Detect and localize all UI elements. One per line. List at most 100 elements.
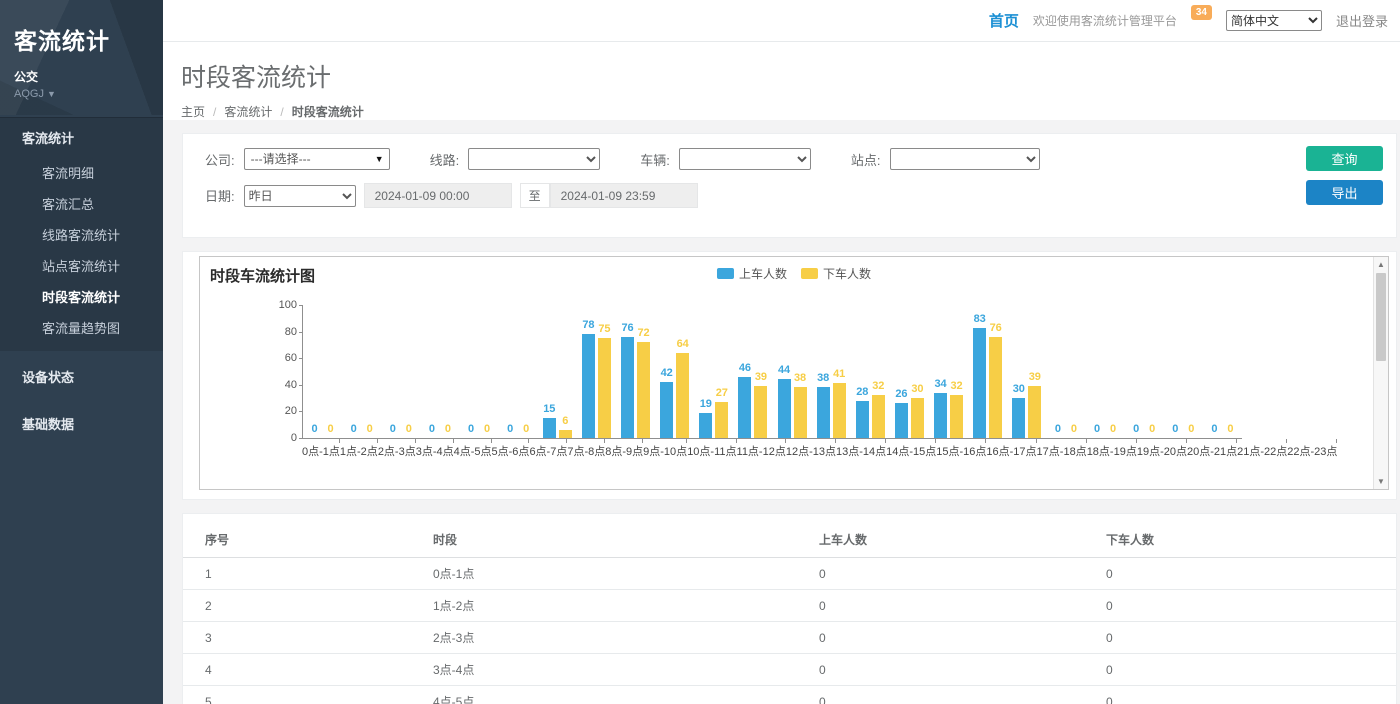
bar-value-label: 0 <box>1110 423 1116 435</box>
line-filter: 线路: <box>430 148 601 170</box>
date-to-input[interactable] <box>550 183 698 208</box>
chart-x-axis: 0点-1点1点-2点2点-3点3点-4点4点-5点5点-6点6点-7点7点-8点… <box>302 438 1242 459</box>
table-cell: 0 <box>819 686 1106 704</box>
caret-down-icon: ▼ <box>47 89 56 99</box>
legend-label: 上车人数 <box>739 265 787 282</box>
bar: 75 <box>598 338 611 438</box>
sidebar-item-客流汇总[interactable]: 客流汇总 <box>0 188 163 219</box>
breadcrumb-separator: / <box>213 105 216 119</box>
bar-value-label: 30 <box>911 383 923 395</box>
bar-value-label: 0 <box>1227 423 1233 435</box>
sidebar-item-时段客流统计[interactable]: 时段客流统计 <box>0 281 163 312</box>
table-cell: 3 <box>183 622 433 654</box>
bar: 46 <box>738 377 751 438</box>
org-label: 公交 <box>14 68 149 85</box>
table-cell: 0 <box>819 590 1106 622</box>
bar: 78 <box>582 334 595 438</box>
bar: 30 <box>911 398 924 438</box>
table-body: 10点-1点0021点-2点0032点-3点0043点-4点0054点-5点00… <box>183 558 1396 704</box>
station-label: 站点: <box>851 150 881 169</box>
bar-value-label: 64 <box>677 338 689 350</box>
bar-group: 7875 <box>577 305 616 438</box>
sidebar-item-客流明细[interactable]: 客流明细 <box>0 157 163 188</box>
chart-area: 0204060801000000000000001567875767242641… <box>302 305 1242 459</box>
sidebar-section-客流统计[interactable]: 客流统计 <box>0 117 163 157</box>
y-axis-tick <box>299 385 303 386</box>
bar-value-label: 28 <box>856 386 868 398</box>
logout-link[interactable]: 退出登录 <box>1336 11 1388 30</box>
bar: 32 <box>872 395 885 438</box>
data-table-panel: 序号时段上车人数下车人数 10点-1点0021点-2点0032点-3点0043点… <box>182 513 1397 704</box>
scroll-down-icon[interactable]: ▼ <box>1374 477 1388 486</box>
bar-value-label: 76 <box>990 322 1002 334</box>
query-button[interactable]: 查询 <box>1306 146 1383 171</box>
bar: 34 <box>934 393 947 438</box>
filter-panel: 公司: ---请选择--- ▼ 线路: 车辆: 站点: <box>182 133 1397 238</box>
x-axis-label: 7点-8点 <box>567 439 605 459</box>
scroll-up-icon[interactable]: ▲ <box>1374 260 1388 269</box>
language-select[interactable]: 简体中文 <box>1226 10 1322 31</box>
breadcrumb-section[interactable]: 客流统计 <box>224 103 272 120</box>
bar-group: 7672 <box>616 305 655 438</box>
sidebar-item-客流量趋势图[interactable]: 客流量趋势图 <box>0 312 163 343</box>
bar: 76 <box>989 337 1002 438</box>
date-preset-select[interactable]: 昨日 <box>244 185 356 207</box>
sidebar-item-线路客流统计[interactable]: 线路客流统计 <box>0 219 163 250</box>
vehicle-select[interactable] <box>679 148 811 170</box>
bar-value-label: 0 <box>468 423 474 435</box>
table-cell: 0 <box>819 558 1106 590</box>
sidebar-item-站点客流统计[interactable]: 站点客流统计 <box>0 250 163 281</box>
bar: 42 <box>660 382 673 438</box>
bar-value-label: 0 <box>1188 423 1194 435</box>
sidebar-section-设备状态[interactable]: 设备状态 <box>0 355 163 398</box>
bar-value-label: 0 <box>445 423 451 435</box>
bar-value-label: 44 <box>778 364 790 376</box>
table-header-cell: 下车人数 <box>1106 524 1396 558</box>
line-label: 线路: <box>430 150 460 169</box>
table-cell: 5 <box>183 686 433 704</box>
home-link[interactable]: 首页 <box>989 10 1019 31</box>
bar-group: 00 <box>342 305 381 438</box>
vehicle-label: 车辆: <box>640 150 670 169</box>
company-select[interactable]: ---请选择--- <box>244 148 390 170</box>
bar-value-label: 0 <box>328 423 334 435</box>
bar-value-label: 0 <box>523 423 529 435</box>
export-button[interactable]: 导出 <box>1306 180 1383 205</box>
sidebar-section-基础数据[interactable]: 基础数据 <box>0 402 163 445</box>
chart-title: 时段车流统计图 <box>210 265 315 286</box>
breadcrumb-home[interactable]: 主页 <box>181 103 205 120</box>
bar: 38 <box>794 387 807 438</box>
scrollbar-thumb[interactable] <box>1376 273 1386 361</box>
bar-value-label: 0 <box>1071 423 1077 435</box>
x-axis-label: 14点-15点 <box>886 439 936 459</box>
bar: 27 <box>715 402 728 438</box>
bar-value-label: 0 <box>1094 423 1100 435</box>
legend-swatch-icon <box>717 268 734 279</box>
table-cell: 0点-1点 <box>433 558 819 590</box>
breadcrumb: 主页 / 客流统计 / 时段客流统计 <box>181 103 1400 120</box>
bar-group: 00 <box>381 305 420 438</box>
x-axis-label: 21点-22点 <box>1237 439 1287 459</box>
notification-badge[interactable]: 34 <box>1191 5 1212 20</box>
bar-group: 00 <box>1203 305 1242 438</box>
date-from-input[interactable] <box>364 183 512 208</box>
table-cell: 3点-4点 <box>433 654 819 686</box>
table-row: 54点-5点00 <box>183 686 1396 704</box>
chart-scrollbar[interactable]: ▲ ▼ <box>1373 257 1388 489</box>
bar-value-label: 0 <box>367 423 373 435</box>
x-axis-label: 16点-17点 <box>986 439 1036 459</box>
table-row: 32点-3点00 <box>183 622 1396 654</box>
bar: 30 <box>1012 398 1025 438</box>
bar-group: 28 32 <box>851 305 890 438</box>
sidebar-nav: 客流统计客流明细客流汇总线路客流统计站点客流统计时段客流统计客流量趋势图设备状态… <box>0 117 163 445</box>
table-row: 43点-4点00 <box>183 654 1396 686</box>
bar-group: 3841 <box>812 305 851 438</box>
bar-group: 00 <box>303 305 342 438</box>
station-select[interactable] <box>890 148 1040 170</box>
line-select[interactable] <box>468 148 600 170</box>
legend-item-上车人数[interactable]: 上车人数 <box>717 265 787 282</box>
user-menu[interactable]: AQGJ▼ <box>14 88 149 100</box>
company-filter: 公司: ---请选择--- ▼ <box>205 148 390 170</box>
table-cell: 0 <box>819 654 1106 686</box>
legend-item-下车人数[interactable]: 下车人数 <box>801 265 871 282</box>
